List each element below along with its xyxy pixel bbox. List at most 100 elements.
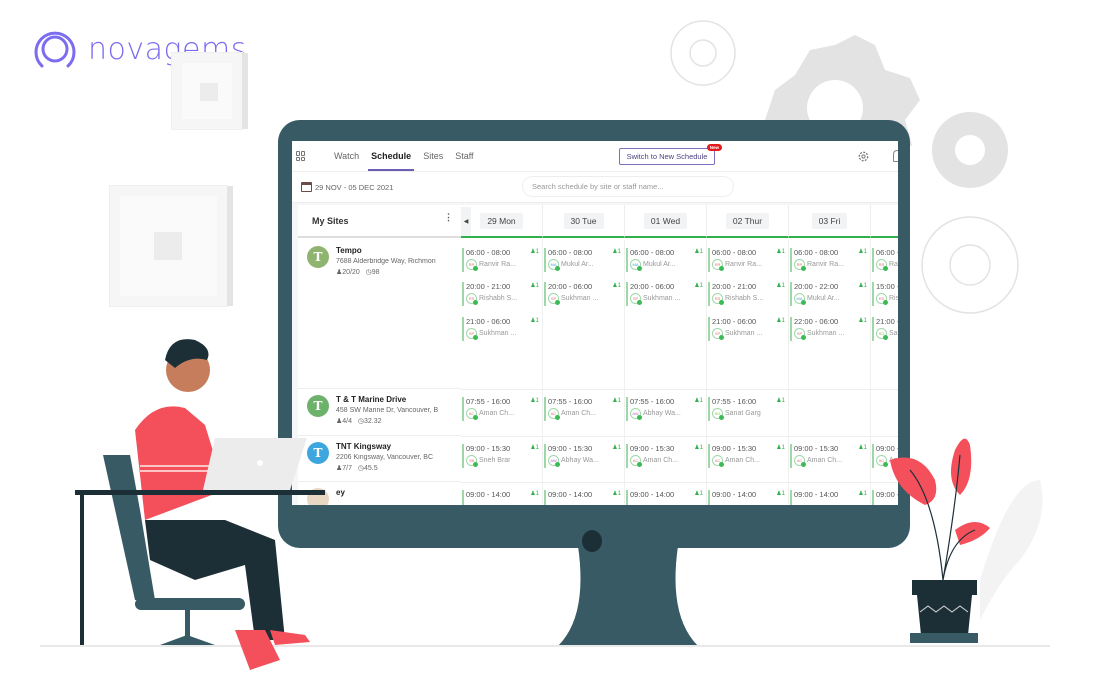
date-bar: 29 NOV - 05 DEC 2021 Search schedule by …: [292, 172, 898, 203]
day-header: 02 Thur: [707, 205, 789, 238]
shift-card[interactable]: 06:00 - 08:00♟1RRRanvir Ra...: [462, 248, 542, 272]
shift-staff-count: ♟1: [858, 317, 867, 324]
shift-assignee: RRRanvir Ra...: [466, 259, 542, 271]
shift-card[interactable]: 21:00 - 06:00 ♟1 SP Sukhman ...: [462, 317, 542, 341]
top-nav-bar: Watch Schedule Sites Staff Switch to New…: [292, 141, 898, 172]
day-header: ◀ 29 Mon: [461, 205, 543, 238]
shift-card[interactable]: 20:00 - 22:00 ♟1 MA Mukul Ar...: [790, 282, 870, 306]
assignee-avatar: MA: [548, 259, 560, 271]
apps-grid-icon[interactable]: [296, 151, 306, 161]
assignee-avatar: SP: [712, 328, 724, 340]
staff-count: 20/20: [342, 269, 360, 276]
shift-assignee: RSRishabh S...: [712, 293, 788, 305]
calendar-icon[interactable]: [301, 182, 312, 192]
shift-count-value: 1: [699, 491, 703, 497]
shift-assignee: MA Mukul Ar...: [548, 259, 624, 271]
shift-card[interactable]: 06:00 - 08:00♟1RRRanvir Ra...: [872, 248, 898, 272]
shift-card[interactable]: 09:00 - 15:30 ♟1 SB Sneh Brar: [462, 444, 542, 468]
site-name: T & T Marine Drive: [336, 395, 407, 404]
shift-card[interactable]: 09:00 - 15:30♟1ACAman Ch...: [790, 444, 870, 468]
shift-count-value: 1: [781, 491, 785, 497]
shift-card[interactable]: 07:55 - 16:00 ♟1 AW Abhay Wa...: [626, 397, 706, 421]
shift-card[interactable]: 06:00 - 08:00♟1RRRanvir Ra...: [708, 248, 788, 272]
assignee-avatar: AW: [548, 455, 560, 467]
shift-card[interactable]: 09:00 - 14:00♟1: [790, 490, 870, 505]
settings-gear-icon[interactable]: [857, 150, 870, 163]
shift-card[interactable]: 09:00 - 15:30♟1ACAman Ch...: [626, 444, 706, 468]
row-divider: [461, 482, 898, 483]
shift-assignee: RRRanvir Ra...: [876, 259, 898, 271]
shift-card[interactable]: 09:00 - 15:30 ♟1 AW Abhay Wa...: [544, 444, 624, 468]
shift-staff-count: ♟1: [776, 444, 785, 451]
shift-count-value: 1: [535, 318, 539, 324]
shift-card[interactable]: 20:00 - 21:00 ♟1 RS Rishabh S...: [462, 282, 542, 306]
shift-card[interactable]: 20:00 - 06:00 ♟1 SP Sukhman ...: [626, 282, 706, 306]
shift-staff-count: ♟1: [530, 444, 539, 451]
shift-count-value: 1: [863, 491, 867, 497]
site-address: 7688 Alderbridge Way, Richmon: [336, 258, 436, 265]
shift-card[interactable]: 06:00 - 08:00 ♟1 MA Mukul Ar...: [544, 248, 624, 272]
shift-assignee: MA Mukul Ar...: [794, 293, 870, 305]
shift-card[interactable]: 20:00 - 21:00 ♟1 RS Rishabh S...: [708, 282, 788, 306]
tab-sites[interactable]: Sites: [417, 141, 449, 172]
prev-week-arrow-icon[interactable]: ◀: [461, 207, 471, 236]
shift-count-value: 1: [863, 249, 867, 255]
date-range[interactable]: 29 NOV - 05 DEC 2021: [315, 183, 393, 192]
shift-card[interactable]: 09:00 - 14:00♟1: [462, 490, 542, 505]
assignee-avatar: SP: [548, 293, 560, 305]
shift-assignee: ACAman Ch...: [630, 455, 706, 467]
shift-staff-count: ♟1: [776, 248, 785, 255]
schedule-area: My Sites ⋮ ◀ 29 Mon 30 Tue 01 Wed 02 Thur 03 …: [292, 203, 898, 505]
shift-staff-count: ♟1: [612, 248, 621, 255]
column-divider: [706, 240, 707, 505]
shift-card[interactable]: 20:00 - 06:00 ♟1 SP Sukhman ...: [544, 282, 624, 306]
more-options-icon[interactable]: ⋮: [444, 212, 453, 223]
assignee-avatar: RS: [712, 293, 724, 305]
site-name: Tempo: [336, 246, 362, 255]
shift-assignee: RRRanvir Ra...: [794, 259, 870, 271]
shift-assignee: ACAman Ch...: [548, 408, 624, 420]
shift-card[interactable]: 22:00 - 06:00 ♟1 SP Sukhman ...: [790, 317, 870, 341]
assignee-avatar: SB: [466, 455, 478, 467]
tab-schedule[interactable]: Schedule: [365, 141, 417, 172]
shift-card[interactable]: 09:00 - 14:00♟1: [544, 490, 624, 505]
shift-card[interactable]: 07:55 - 16:00 ♟1 SG Sanat Garg: [708, 397, 788, 421]
shift-card[interactable]: 21:00 - 06:00♟1SGSanat G...: [872, 317, 898, 341]
shift-card[interactable]: 07:55 - 16:00 ♟1 AC Aman Ch...: [462, 397, 542, 421]
shift-staff-count: ♟1: [612, 282, 621, 289]
assignee-avatar: SP: [794, 328, 806, 340]
assignee-name: Aman Ch...: [479, 410, 515, 417]
shift-staff-count: ♟1: [858, 444, 867, 451]
schedule-grid: My Sites ⋮ ◀ 29 Mon 30 Tue 01 Wed 02 Thur 03 …: [298, 205, 898, 505]
shift-card[interactable]: 06:00 - 08:00 ♟1 MA Mukul Ar...: [626, 248, 706, 272]
shift-card[interactable]: 09:00 - 14:00♟1: [708, 490, 788, 505]
notification-bell-icon[interactable]: [893, 150, 898, 162]
shift-staff-count: ♟1: [858, 248, 867, 255]
tab-watch[interactable]: Watch: [328, 141, 365, 172]
shift-staff-count: ♟1: [612, 444, 621, 451]
switch-button-label: Switch to New Schedule: [626, 152, 708, 161]
assignee-avatar: AC: [466, 408, 478, 420]
assignee-name: Mukul Ar...: [561, 261, 594, 268]
switch-to-new-schedule-button[interactable]: Switch to New Schedule New: [619, 144, 722, 165]
shift-staff-count: ♟1: [530, 317, 539, 324]
shift-card[interactable]: 07:55 - 16:00 ♟1 AC Aman Ch...: [544, 397, 624, 421]
tab-staff[interactable]: Staff: [449, 141, 479, 172]
shift-staff-count: ♟1: [530, 490, 539, 497]
shift-card[interactable]: 21:00 - 06:00 ♟1 SP Sukhman ...: [708, 317, 788, 341]
my-sites-header: My Sites ⋮: [298, 205, 461, 238]
assignee-avatar: AC: [712, 455, 724, 467]
shift-staff-count: ♟1: [612, 490, 621, 497]
new-badge: New: [706, 144, 722, 151]
shift-card[interactable]: 09:00 - 15:30♟1ACAman Ch...: [708, 444, 788, 468]
site-hours: 45.5: [363, 465, 378, 472]
shift-card[interactable]: 06:00 - 08:00♟1RRRanvir Ra...: [790, 248, 870, 272]
shift-staff-count: ♟1: [612, 397, 621, 404]
shift-card[interactable]: 15:00 - 21:00♟1RSRishabh S...: [872, 282, 898, 306]
assignee-avatar: RR: [876, 259, 888, 271]
shift-assignee: SGSanat G...: [876, 328, 898, 340]
shift-count-value: 1: [617, 491, 621, 497]
search-input[interactable]: Search schedule by site or staff name...: [522, 176, 734, 197]
site-name: ey: [336, 488, 345, 497]
shift-card[interactable]: 09:00 - 14:00♟1: [626, 490, 706, 505]
